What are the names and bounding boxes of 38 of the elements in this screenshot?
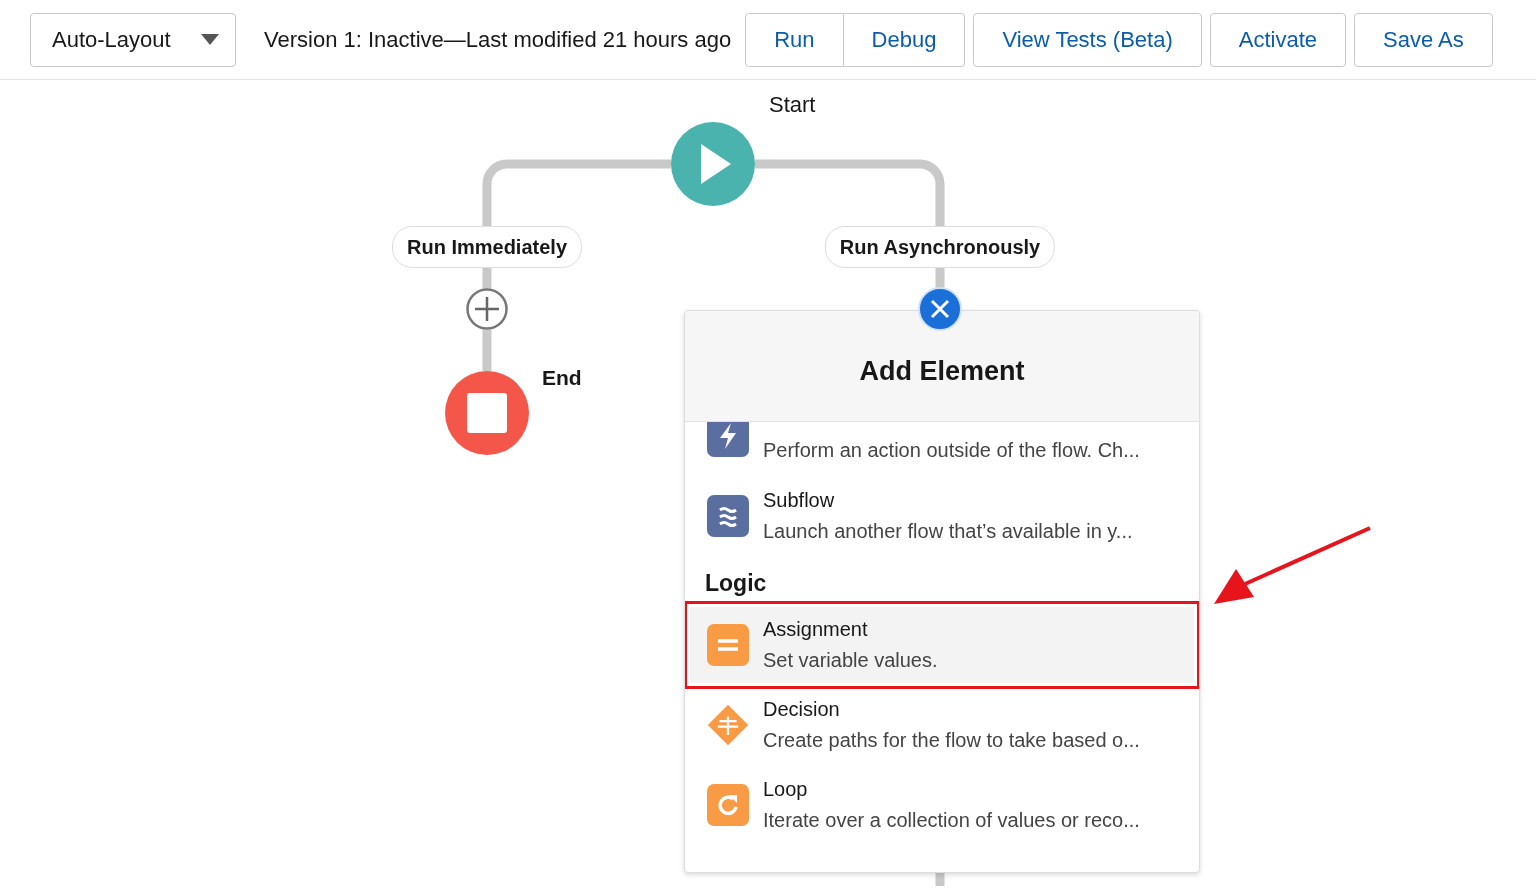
connector-line bbox=[935, 267, 945, 289]
toolbar-button[interactable]: Debug bbox=[843, 12, 966, 67]
element-option[interactable]: Decision Create paths for the flow to take based o... bbox=[687, 685, 1197, 765]
branch-label: Run Immediately bbox=[392, 226, 582, 268]
start-node[interactable] bbox=[671, 122, 755, 206]
option-description: Create paths for the flow to take based o... bbox=[763, 729, 1140, 752]
add-icon[interactable] bbox=[466, 288, 508, 330]
toolbar-button[interactable]: Run bbox=[745, 12, 844, 67]
section-heading: Logic bbox=[704, 569, 768, 597]
toolbar-button[interactable]: Save As bbox=[1354, 12, 1493, 67]
layout-dropdown[interactable]: Auto-Layout bbox=[30, 12, 236, 67]
option-description: Perform an action outside of the flow. Ch... bbox=[763, 438, 1140, 462]
end-label: End bbox=[542, 366, 582, 390]
start-label: Start bbox=[769, 92, 816, 118]
connector-line bbox=[482, 330, 492, 371]
close-icon[interactable] bbox=[918, 287, 962, 331]
element-option[interactable]: Subflow Launch another flow that’s available in y... bbox=[687, 476, 1197, 556]
panel-title: Add Element bbox=[859, 356, 1025, 387]
connector-line bbox=[935, 871, 945, 886]
option-title: Subflow bbox=[763, 489, 836, 512]
option-title: Loop bbox=[763, 778, 809, 801]
toolbar-button[interactable]: View Tests (Beta) bbox=[973, 12, 1202, 67]
option-description: Launch another flow that’s available in y... bbox=[763, 520, 1133, 543]
option-title: Assignment bbox=[763, 618, 869, 641]
element-option[interactable]: Loop Iterate over a collection of values or reco... bbox=[687, 765, 1197, 845]
option-description: Set variable values. bbox=[763, 649, 938, 672]
caret-icon bbox=[201, 34, 219, 45]
version-status: Version 1: Inactive—Last modified 21 hours ago bbox=[264, 26, 732, 53]
toolbar-button[interactable]: Activate bbox=[1209, 12, 1346, 67]
element-option[interactable]: Perform an action outside of the flow. Ch... bbox=[687, 422, 1197, 476]
equals-icon bbox=[707, 624, 749, 666]
connector-line bbox=[482, 267, 492, 289]
end-node[interactable] bbox=[445, 371, 529, 455]
option-title: Decision bbox=[763, 698, 841, 721]
subflow-icon bbox=[707, 495, 749, 537]
loop-icon bbox=[707, 784, 749, 826]
option-description: Iterate over a collection of values or reco... bbox=[763, 809, 1140, 832]
branch-label: Run Asynchronously bbox=[824, 226, 1056, 268]
